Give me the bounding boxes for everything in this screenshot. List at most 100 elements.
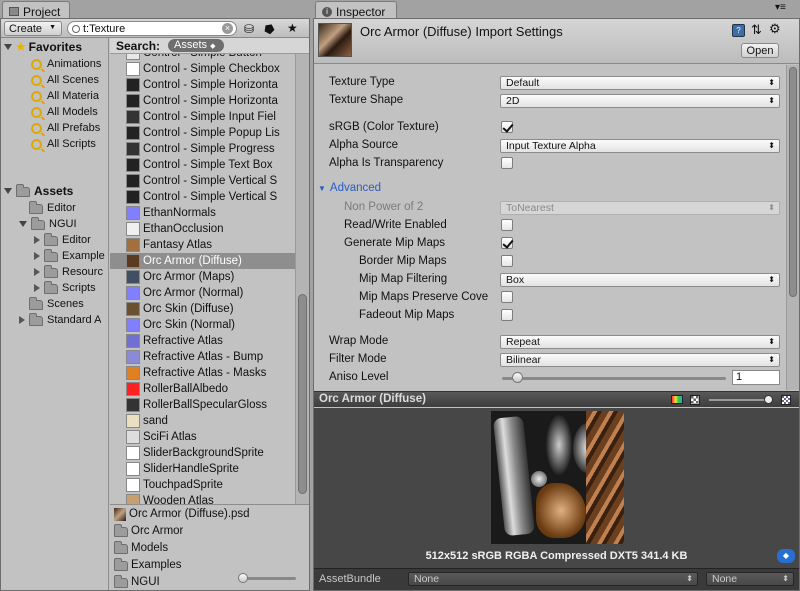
- result-item[interactable]: Orc Armor (Diffuse): [110, 253, 295, 269]
- result-item[interactable]: Orc Skin (Diffuse): [110, 301, 295, 317]
- icon-size-slider-handle[interactable]: [238, 573, 248, 583]
- results-scrollbar-thumb[interactable]: [298, 294, 307, 494]
- result-item[interactable]: Control - Simple Horizonta: [110, 77, 295, 93]
- result-item[interactable]: Control - Simple Vertical S: [110, 173, 295, 189]
- preset-icon[interactable]: ⇅: [751, 22, 762, 38]
- assets-header[interactable]: Assets: [4, 183, 73, 199]
- path-item[interactable]: NGUI: [114, 574, 160, 590]
- assetbundle-variant-dropdown[interactable]: None ⬍: [706, 572, 794, 586]
- search-input[interactable]: t:Texture: [83, 23, 125, 35]
- aniso-slider-handle[interactable]: [512, 372, 523, 383]
- mip-level-icon[interactable]: [781, 395, 791, 405]
- rgb-channel-icon[interactable]: [671, 395, 683, 404]
- result-item[interactable]: RollerBallSpecularGloss: [110, 397, 295, 413]
- icon-size-slider-track[interactable]: [240, 577, 296, 580]
- path-item[interactable]: Orc Armor: [114, 523, 183, 539]
- favorites-header[interactable]: ★ Favorites: [4, 39, 82, 55]
- result-item[interactable]: Control - Simple Checkbox: [110, 61, 295, 77]
- result-item[interactable]: TouchpadSprite: [110, 477, 295, 493]
- asset-folder-item[interactable]: Scenes: [19, 296, 84, 312]
- wrap-mode-dropdown[interactable]: Repeat ⬍: [500, 335, 780, 349]
- result-item[interactable]: Control - Simple Progress: [110, 141, 295, 157]
- result-item[interactable]: Control - Simple Vertical S: [110, 189, 295, 205]
- result-item[interactable]: Wooden Atlas: [110, 493, 295, 504]
- texture-type-dropdown[interactable]: Default ⬍: [500, 76, 780, 90]
- result-item[interactable]: Control - Simple Button: [110, 54, 295, 61]
- result-item[interactable]: Control - Simple Popup Lis: [110, 125, 295, 141]
- path-item[interactable]: Models: [114, 540, 168, 556]
- inspector-scrollbar-thumb[interactable]: [789, 67, 797, 297]
- filter-by-type-icon[interactable]: ⛁: [244, 22, 254, 36]
- favorite-star-icon[interactable]: ★: [287, 21, 298, 35]
- tab-inspector[interactable]: i Inspector: [315, 1, 397, 19]
- clear-search-icon[interactable]: ×: [222, 23, 233, 34]
- result-item[interactable]: SliderHandleSprite: [110, 461, 295, 477]
- collapse-arrow-icon[interactable]: [34, 268, 40, 276]
- expand-arrow-icon[interactable]: [19, 221, 27, 227]
- label-tag-icon[interactable]: ◆: [777, 549, 795, 563]
- asset-folder-item[interactable]: Example: [34, 248, 105, 264]
- collapse-arrow-icon[interactable]: [34, 252, 40, 260]
- favorites-item[interactable]: All Materia: [31, 88, 99, 104]
- filter-mode-dropdown[interactable]: Bilinear ⬍: [500, 353, 780, 367]
- filter-by-label-icon[interactable]: ⬟: [261, 20, 278, 37]
- result-item[interactable]: Control - Simple Input Fiel: [110, 109, 295, 125]
- preserve-coverage-checkbox[interactable]: [501, 291, 513, 303]
- favorites-item[interactable]: All Scripts: [31, 136, 96, 152]
- create-button[interactable]: Create ▼: [4, 21, 62, 36]
- mip-slider-handle[interactable]: [764, 395, 773, 404]
- readwrite-checkbox[interactable]: [501, 219, 513, 231]
- result-item[interactable]: Control - Simple Text Box: [110, 157, 295, 173]
- aniso-level-input[interactable]: 1: [732, 370, 780, 385]
- results-scrollbar[interactable]: [295, 54, 309, 504]
- path-item[interactable]: Orc Armor (Diffuse).psd: [114, 506, 250, 522]
- favorites-item[interactable]: Animations: [31, 56, 101, 72]
- alpha-transparency-checkbox[interactable]: [501, 157, 513, 169]
- favorites-item[interactable]: All Models: [31, 104, 98, 120]
- foldout-arrow-icon[interactable]: ▼: [318, 184, 326, 193]
- result-item[interactable]: Control - Simple Horizonta: [110, 93, 295, 109]
- asset-folder-item[interactable]: Scripts: [34, 280, 96, 296]
- favorites-item[interactable]: All Scenes: [31, 72, 99, 88]
- asset-folder-item[interactable]: Resourc: [34, 264, 103, 280]
- result-item[interactable]: Orc Armor (Maps): [110, 269, 295, 285]
- srgb-checkbox[interactable]: [501, 121, 513, 133]
- result-item[interactable]: RollerBallAlbedo: [110, 381, 295, 397]
- assetbundle-name-dropdown[interactable]: None ⬍: [408, 572, 698, 586]
- result-item[interactable]: EthanNormals: [110, 205, 295, 221]
- tab-project[interactable]: Project: [2, 1, 70, 19]
- favorites-item[interactable]: All Prefabs: [31, 120, 100, 136]
- advanced-foldout[interactable]: ▼ Advanced: [318, 182, 381, 194]
- result-item[interactable]: Orc Skin (Normal): [110, 317, 295, 333]
- asset-folder-item[interactable]: Editor: [34, 232, 91, 248]
- search-scope-assets-button[interactable]: Assets ◆: [168, 39, 224, 52]
- aniso-slider-track[interactable]: [502, 377, 726, 380]
- expand-arrow-icon[interactable]: [4, 188, 12, 194]
- open-button[interactable]: Open: [741, 43, 779, 58]
- inspector-scrollbar[interactable]: [786, 65, 799, 390]
- collapse-arrow-icon[interactable]: [34, 236, 40, 244]
- gear-icon[interactable]: ⚙: [769, 21, 781, 37]
- result-item[interactable]: Fantasy Atlas: [110, 237, 295, 253]
- mipmap-filtering-dropdown[interactable]: Box ⬍: [500, 273, 780, 287]
- help-book-icon[interactable]: ?: [732, 24, 745, 37]
- result-item[interactable]: EthanOcclusion: [110, 221, 295, 237]
- result-item[interactable]: Refractive Atlas - Masks: [110, 365, 295, 381]
- result-item[interactable]: Orc Armor (Normal): [110, 285, 295, 301]
- mip-slider-track[interactable]: [709, 399, 769, 401]
- result-item[interactable]: SliderBackgroundSprite: [110, 445, 295, 461]
- collapse-arrow-icon[interactable]: [19, 316, 25, 324]
- border-mipmaps-checkbox[interactable]: [501, 255, 513, 267]
- alpha-source-dropdown[interactable]: Input Texture Alpha ⬍: [500, 139, 780, 153]
- result-item[interactable]: SciFi Atlas: [110, 429, 295, 445]
- alpha-channel-icon[interactable]: [690, 395, 700, 405]
- result-item[interactable]: sand: [110, 413, 295, 429]
- search-field[interactable]: t:Texture ×: [67, 21, 237, 36]
- fadeout-mipmaps-checkbox[interactable]: [501, 309, 513, 321]
- asset-folder-item[interactable]: NGUI: [19, 216, 77, 232]
- asset-folder-item[interactable]: Standard A: [19, 312, 101, 328]
- result-item[interactable]: Refractive Atlas: [110, 333, 295, 349]
- texture-shape-dropdown[interactable]: 2D ⬍: [500, 94, 780, 108]
- asset-folder-item[interactable]: Editor: [19, 200, 76, 216]
- panel-menu-icon[interactable]: ▾≡: [775, 2, 786, 13]
